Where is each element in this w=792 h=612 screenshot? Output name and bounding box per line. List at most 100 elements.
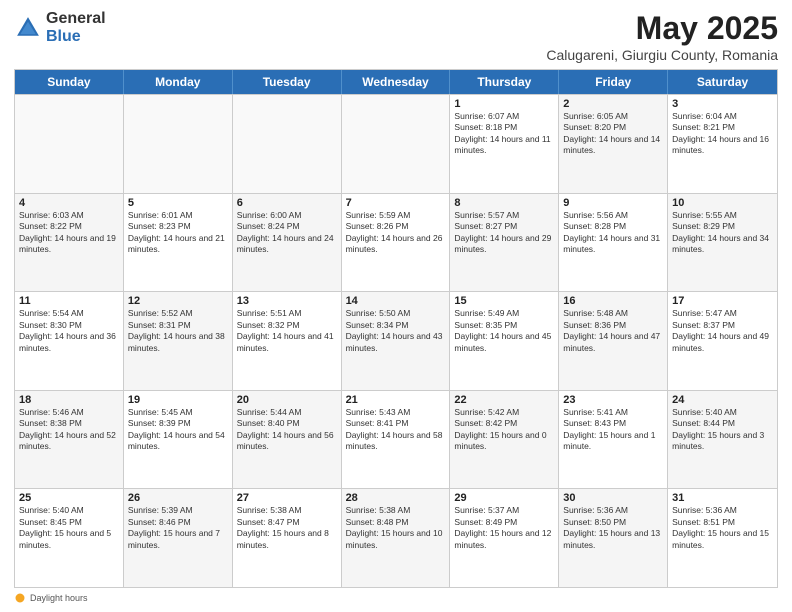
cal-cell-17: 17Sunrise: 5:47 AM Sunset: 8:37 PM Dayli… (668, 292, 777, 390)
day-info: Sunrise: 5:38 AM Sunset: 8:47 PM Dayligh… (237, 505, 337, 551)
day-number: 27 (237, 492, 337, 504)
weekday-header-monday: Monday (124, 70, 233, 94)
calendar-body: 1Sunrise: 6:07 AM Sunset: 8:18 PM Daylig… (15, 94, 777, 587)
sun-icon (14, 592, 26, 604)
cal-cell-5: 5Sunrise: 6:01 AM Sunset: 8:23 PM Daylig… (124, 194, 233, 292)
cal-cell-empty-0-3 (342, 95, 451, 193)
day-info: Sunrise: 5:45 AM Sunset: 8:39 PM Dayligh… (128, 407, 228, 453)
weekday-header-saturday: Saturday (668, 70, 777, 94)
cal-cell-1: 1Sunrise: 6:07 AM Sunset: 8:18 PM Daylig… (450, 95, 559, 193)
day-number: 8 (454, 197, 554, 209)
day-info: Sunrise: 5:57 AM Sunset: 8:27 PM Dayligh… (454, 210, 554, 256)
day-number: 11 (19, 295, 119, 307)
day-info: Sunrise: 5:51 AM Sunset: 8:32 PM Dayligh… (237, 308, 337, 354)
cal-cell-28: 28Sunrise: 5:38 AM Sunset: 8:48 PM Dayli… (342, 489, 451, 587)
calendar-row-2: 4Sunrise: 6:03 AM Sunset: 8:22 PM Daylig… (15, 193, 777, 292)
page: General Blue May 2025 Calugareni, Giurgi… (0, 0, 792, 612)
day-info: Sunrise: 5:42 AM Sunset: 8:42 PM Dayligh… (454, 407, 554, 453)
day-number: 13 (237, 295, 337, 307)
day-info: Sunrise: 6:03 AM Sunset: 8:22 PM Dayligh… (19, 210, 119, 256)
day-number: 9 (563, 197, 663, 209)
calendar-row-5: 25Sunrise: 5:40 AM Sunset: 8:45 PM Dayli… (15, 488, 777, 587)
cal-cell-15: 15Sunrise: 5:49 AM Sunset: 8:35 PM Dayli… (450, 292, 559, 390)
logo: General Blue (14, 10, 106, 45)
day-info: Sunrise: 5:44 AM Sunset: 8:40 PM Dayligh… (237, 407, 337, 453)
logo-general-text: General (46, 10, 106, 28)
cal-cell-19: 19Sunrise: 5:45 AM Sunset: 8:39 PM Dayli… (124, 391, 233, 489)
cal-cell-16: 16Sunrise: 5:48 AM Sunset: 8:36 PM Dayli… (559, 292, 668, 390)
day-info: Sunrise: 6:04 AM Sunset: 8:21 PM Dayligh… (672, 111, 773, 157)
weekday-header-thursday: Thursday (450, 70, 559, 94)
day-info: Sunrise: 5:49 AM Sunset: 8:35 PM Dayligh… (454, 308, 554, 354)
day-number: 25 (19, 492, 119, 504)
cal-cell-21: 21Sunrise: 5:43 AM Sunset: 8:41 PM Dayli… (342, 391, 451, 489)
subtitle: Calugareni, Giurgiu County, Romania (546, 47, 778, 63)
weekday-header-sunday: Sunday (15, 70, 124, 94)
cal-cell-25: 25Sunrise: 5:40 AM Sunset: 8:45 PM Dayli… (15, 489, 124, 587)
daylight-label: Daylight hours (14, 592, 88, 604)
cal-cell-empty-0-2 (233, 95, 342, 193)
day-info: Sunrise: 5:40 AM Sunset: 8:45 PM Dayligh… (19, 505, 119, 551)
cal-cell-23: 23Sunrise: 5:41 AM Sunset: 8:43 PM Dayli… (559, 391, 668, 489)
day-info: Sunrise: 5:37 AM Sunset: 8:49 PM Dayligh… (454, 505, 554, 551)
cal-cell-2: 2Sunrise: 6:05 AM Sunset: 8:20 PM Daylig… (559, 95, 668, 193)
day-info: Sunrise: 5:52 AM Sunset: 8:31 PM Dayligh… (128, 308, 228, 354)
day-number: 14 (346, 295, 446, 307)
day-number: 15 (454, 295, 554, 307)
cal-cell-26: 26Sunrise: 5:39 AM Sunset: 8:46 PM Dayli… (124, 489, 233, 587)
day-number: 28 (346, 492, 446, 504)
day-number: 16 (563, 295, 663, 307)
cal-cell-18: 18Sunrise: 5:46 AM Sunset: 8:38 PM Dayli… (15, 391, 124, 489)
cal-cell-4: 4Sunrise: 6:03 AM Sunset: 8:22 PM Daylig… (15, 194, 124, 292)
cal-cell-12: 12Sunrise: 5:52 AM Sunset: 8:31 PM Dayli… (124, 292, 233, 390)
main-title: May 2025 (546, 10, 778, 47)
day-number: 20 (237, 394, 337, 406)
day-info: Sunrise: 5:38 AM Sunset: 8:48 PM Dayligh… (346, 505, 446, 551)
cal-cell-29: 29Sunrise: 5:37 AM Sunset: 8:49 PM Dayli… (450, 489, 559, 587)
day-info: Sunrise: 5:55 AM Sunset: 8:29 PM Dayligh… (672, 210, 773, 256)
day-number: 12 (128, 295, 228, 307)
day-number: 23 (563, 394, 663, 406)
day-info: Sunrise: 5:54 AM Sunset: 8:30 PM Dayligh… (19, 308, 119, 354)
day-number: 24 (672, 394, 773, 406)
day-info: Sunrise: 5:36 AM Sunset: 8:50 PM Dayligh… (563, 505, 663, 551)
calendar-header: SundayMondayTuesdayWednesdayThursdayFrid… (15, 70, 777, 94)
day-number: 5 (128, 197, 228, 209)
day-number: 2 (563, 98, 663, 110)
day-number: 31 (672, 492, 773, 504)
weekday-header-friday: Friday (559, 70, 668, 94)
cal-cell-7: 7Sunrise: 5:59 AM Sunset: 8:26 PM Daylig… (342, 194, 451, 292)
day-number: 30 (563, 492, 663, 504)
day-info: Sunrise: 5:56 AM Sunset: 8:28 PM Dayligh… (563, 210, 663, 256)
day-number: 6 (237, 197, 337, 209)
title-area: May 2025 Calugareni, Giurgiu County, Rom… (546, 10, 778, 63)
footer: Daylight hours (14, 592, 778, 604)
logo-blue-text: Blue (46, 28, 106, 46)
cal-cell-24: 24Sunrise: 5:40 AM Sunset: 8:44 PM Dayli… (668, 391, 777, 489)
cal-cell-8: 8Sunrise: 5:57 AM Sunset: 8:27 PM Daylig… (450, 194, 559, 292)
day-number: 29 (454, 492, 554, 504)
logo-icon (14, 14, 42, 42)
calendar-row-3: 11Sunrise: 5:54 AM Sunset: 8:30 PM Dayli… (15, 291, 777, 390)
day-number: 17 (672, 295, 773, 307)
day-number: 22 (454, 394, 554, 406)
cal-cell-27: 27Sunrise: 5:38 AM Sunset: 8:47 PM Dayli… (233, 489, 342, 587)
weekday-header-tuesday: Tuesday (233, 70, 342, 94)
day-info: Sunrise: 5:50 AM Sunset: 8:34 PM Dayligh… (346, 308, 446, 354)
day-info: Sunrise: 5:39 AM Sunset: 8:46 PM Dayligh… (128, 505, 228, 551)
day-number: 3 (672, 98, 773, 110)
day-number: 18 (19, 394, 119, 406)
day-number: 19 (128, 394, 228, 406)
cal-cell-empty-0-1 (124, 95, 233, 193)
weekday-header-wednesday: Wednesday (342, 70, 451, 94)
cal-cell-31: 31Sunrise: 5:36 AM Sunset: 8:51 PM Dayli… (668, 489, 777, 587)
cal-cell-20: 20Sunrise: 5:44 AM Sunset: 8:40 PM Dayli… (233, 391, 342, 489)
calendar: SundayMondayTuesdayWednesdayThursdayFrid… (14, 69, 778, 588)
cal-cell-22: 22Sunrise: 5:42 AM Sunset: 8:42 PM Dayli… (450, 391, 559, 489)
day-info: Sunrise: 5:59 AM Sunset: 8:26 PM Dayligh… (346, 210, 446, 256)
day-number: 21 (346, 394, 446, 406)
day-number: 26 (128, 492, 228, 504)
day-info: Sunrise: 5:40 AM Sunset: 8:44 PM Dayligh… (672, 407, 773, 453)
cal-cell-14: 14Sunrise: 5:50 AM Sunset: 8:34 PM Dayli… (342, 292, 451, 390)
day-info: Sunrise: 5:43 AM Sunset: 8:41 PM Dayligh… (346, 407, 446, 453)
